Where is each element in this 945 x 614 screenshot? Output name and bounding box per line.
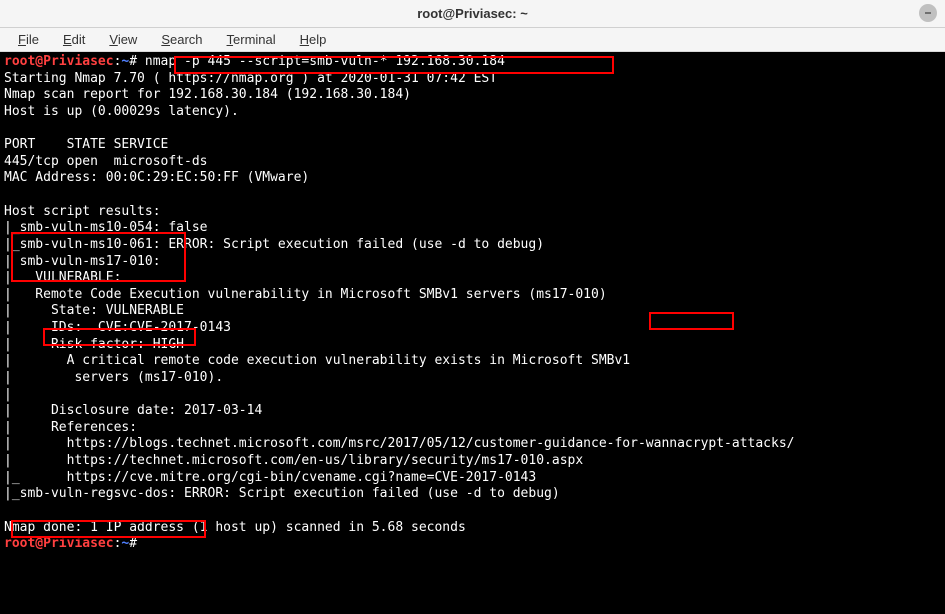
prompt-user: root@Priviasec [4,536,114,551]
out-line: | State: VULNERABLE [4,303,184,318]
out-line: | [4,387,98,402]
out-line: 445/tcp open microsoft-ds [4,154,208,169]
terminal-body[interactable]: root@Priviasec:~# nmap -p 445 --script=s… [0,52,945,614]
out-line: | References: [4,420,137,435]
menu-view[interactable]: View [99,30,147,49]
out-line: Starting Nmap 7.70 ( https://nmap.org ) … [4,71,497,86]
menu-help[interactable]: Help [290,30,337,49]
out-line: | servers (ms17-010). [4,370,223,385]
out-line: | smb-vuln-ms17-010: [4,254,168,269]
menu-terminal[interactable]: Terminal [217,30,286,49]
out-line: | Disclosure date: 2017-03-14 [4,403,262,418]
out-line: Nmap scan report for 192.168.30.184 (192… [4,87,411,102]
out-line: | IDs: CVE:CVE-2017-0143 [4,320,231,335]
out-line: Nmap done: 1 IP address (1 host up) scan… [4,520,466,535]
terminal-window: root@Priviasec: ~ File Edit View Search … [0,0,945,614]
out-line: | VULNERABLE: [4,270,121,285]
out-line: MAC Address: 00:0C:29:EC:50:FF (VMware) [4,170,309,185]
out-line: |_smb-vuln-ms10-054: false [4,220,208,235]
prompt-user: root@Priviasec [4,54,114,69]
window-title: root@Priviasec: ~ [417,6,528,21]
out-line: Host script results: [4,204,161,219]
out-line: |_smb-vuln-ms10-061: ERROR: Script execu… [4,237,544,252]
window-controls [919,4,937,22]
out-line: PORT STATE SERVICE [4,137,168,152]
titlebar[interactable]: root@Priviasec: ~ [0,0,945,28]
out-line: | https://technet.microsoft.com/en-us/li… [4,453,583,468]
prompt-hash: # [129,536,137,551]
menubar: File Edit View Search Terminal Help [0,28,945,52]
out-line: |_smb-vuln-regsvc-dos: ERROR: Script exe… [4,486,560,501]
out-line: | Remote Code Execution vulnerability in… [4,287,607,302]
menu-file[interactable]: File [8,30,49,49]
menu-edit[interactable]: Edit [53,30,95,49]
minimize-icon [923,8,933,18]
out-line: Host is up (0.00029s latency). [4,104,239,119]
out-line: |_ https://cve.mitre.org/cgi-bin/cvename… [4,470,536,485]
out-line: | A critical remote code execution vulne… [4,353,630,368]
prompt-hash: # [129,54,137,69]
out-line: | https://blogs.technet.microsoft.com/ms… [4,436,795,451]
out-line: | Risk factor: HIGH [4,337,184,352]
menu-search[interactable]: Search [151,30,212,49]
cmd: nmap -p 445 --script=smb-vuln-* 192.168.… [145,54,505,69]
minimize-button[interactable] [919,4,937,22]
